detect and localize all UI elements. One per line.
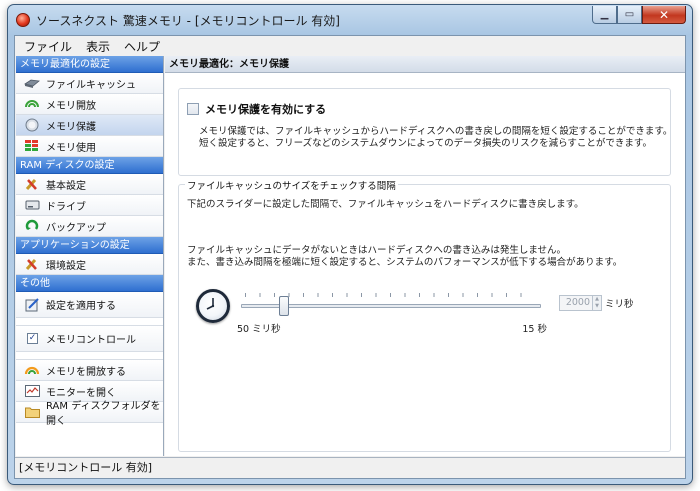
- sidebar-item-file-cache[interactable]: ファイルキャッシュ: [16, 73, 163, 94]
- app-window: ソースネクスト 驚速メモリ - [メモリコントロール 有効] ▁ ▭ ✕ ファイ…: [7, 4, 693, 485]
- interval-description: 下記のスライダーに設定した間隔で、ファイルキャッシュをハードディスクに書き戻しま…: [187, 199, 584, 210]
- caption-buttons: ▁ ▭ ✕: [592, 6, 686, 25]
- clock-icon: [196, 289, 230, 323]
- open-ramdisk-folder-button[interactable]: RAM ディスクフォルダを開く: [16, 401, 163, 427]
- slider-max-label: 15 秒: [522, 324, 547, 335]
- tools-icon: [24, 177, 40, 191]
- enable-memory-protect-label: メモリ保護を有効にする: [205, 103, 327, 116]
- enable-memory-protect-checkbox[interactable]: [187, 103, 199, 115]
- interval-note: ファイルキャッシュにデータがないときはハードディスクへの書き込みは発生しません。…: [187, 245, 622, 269]
- interval-group-title: ファイルキャッシュのサイズをチェックする間隔: [185, 178, 398, 192]
- main-panel: メモリ最適化：メモリ保護 メモリ保護を有効にする メモリ保護では、ファイルキャッ…: [165, 56, 685, 456]
- sidebar-item-label: メモリ使用: [46, 142, 96, 154]
- folder-icon: [24, 405, 40, 419]
- memory-usage-icon: [24, 139, 40, 153]
- sidebar-item-label: 基本設定: [46, 180, 86, 192]
- memory-protect-icon: [24, 118, 40, 132]
- interval-slider[interactable]: 50 ミリ秒 15 秒: [237, 291, 547, 335]
- memory-protect-group: メモリ保護を有効にする メモリ保護では、ファイルキャッシュからハードディスクへの…: [178, 88, 672, 176]
- sidebar-item-memory-protect[interactable]: メモリ保護: [16, 115, 163, 136]
- menu-bar: ファイル 表示 ヘルプ: [15, 36, 685, 56]
- section-ramdisk: RAM ディスクの設定: [16, 157, 163, 174]
- window-title: ソースネクスト 驚速メモリ - [メモリコントロール 有効]: [36, 14, 340, 28]
- client-area: ファイル 表示 ヘルプ メモリ最適化の設定 ファイルキャッシュ メモリ開放 メモ…: [14, 35, 686, 479]
- release-memory-button[interactable]: メモリを開放する: [16, 360, 163, 381]
- slider-thumb[interactable]: [278, 296, 289, 316]
- sidebar-item-memory-release[interactable]: メモリ開放: [16, 94, 163, 115]
- sidebar-item-preferences[interactable]: 環境設定: [16, 254, 163, 275]
- sidebar-item-label: バックアップ: [46, 222, 106, 234]
- enable-memory-protect-toggle[interactable]: メモリ保護を有効にする: [187, 101, 326, 117]
- close-icon: ✕: [658, 7, 670, 22]
- title-bar[interactable]: ソースネクスト 驚速メモリ - [メモリコントロール 有効] ▁ ▭ ✕: [8, 5, 692, 35]
- backup-icon: [24, 219, 40, 233]
- description-line: 短く設定すると、フリーズなどのシステムダウンによってのデータ損失のリスクを減らす…: [199, 138, 652, 149]
- sidebar-item-basic-settings[interactable]: 基本設定: [16, 174, 163, 195]
- memory-control-label: メモリコントロール: [46, 335, 136, 346]
- section-memory-optimization: メモリ最適化の設定: [16, 56, 163, 73]
- sidebar: メモリ最適化の設定 ファイルキャッシュ メモリ開放 メモリ保護 メモリ使用 RA…: [16, 56, 164, 456]
- stepper-down-icon[interactable]: ▼: [593, 303, 601, 310]
- section-application: アプリケーションの設定: [16, 237, 163, 254]
- sidebar-item-memory-usage[interactable]: メモリ使用: [16, 136, 163, 157]
- page-title: メモリ最適化：メモリ保護: [165, 56, 685, 73]
- apply-settings-icon: [24, 297, 40, 312]
- sidebar-separator: [16, 318, 163, 326]
- file-cache-icon: [24, 76, 40, 90]
- memory-protect-description: メモリ保護では、ファイルキャッシュからハードディスクへの書き戻しの間隔を短く設定…: [199, 126, 672, 150]
- release-memory-icon: [24, 363, 40, 377]
- minimize-button[interactable]: ▁: [592, 6, 617, 24]
- memory-control-checkbox[interactable]: ✓: [27, 333, 38, 344]
- maximize-icon: ▭: [624, 9, 635, 20]
- app-logo-icon: [16, 13, 30, 27]
- status-bar: [メモリコントロール 有効]: [15, 457, 685, 478]
- interval-group: ファイルキャッシュのサイズをチェックする間隔 下記のスライダーに設定した間隔で、…: [178, 178, 671, 452]
- monitor-chart-icon: [24, 384, 40, 398]
- memory-release-icon: [24, 97, 40, 111]
- stepper-up-icon[interactable]: ▲: [593, 296, 601, 303]
- slider-min-label: 50 ミリ秒: [237, 324, 281, 335]
- description-line: メモリ保護では、ファイルキャッシュからハードディスクへの書き戻しの間隔を短く設定…: [199, 126, 673, 137]
- apply-settings-label: 設定を適用する: [46, 301, 116, 312]
- close-button[interactable]: ✕: [642, 6, 686, 24]
- memory-control-toggle[interactable]: ✓ メモリコントロール: [16, 326, 163, 352]
- sidebar-item-drive[interactable]: ドライブ: [16, 195, 163, 216]
- section-other: その他: [16, 275, 163, 292]
- sidebar-item-label: メモリ保護: [46, 121, 96, 133]
- tools-icon: [24, 257, 40, 271]
- interval-value-input[interactable]: 2000: [559, 295, 593, 311]
- sidebar-item-label: 環境設定: [46, 260, 86, 272]
- interval-spinner: 2000 ▲ ▼ ミリ秒: [559, 295, 634, 311]
- drive-icon: [24, 198, 40, 212]
- menu-file[interactable]: ファイル: [17, 38, 79, 55]
- menu-view[interactable]: 表示: [79, 38, 117, 55]
- sidebar-item-backup[interactable]: バックアップ: [16, 216, 163, 237]
- apply-settings-button[interactable]: 設定を適用する: [16, 292, 163, 318]
- sidebar-item-label: ファイルキャッシュ: [46, 79, 136, 91]
- sidebar-item-label: ドライブ: [46, 201, 86, 213]
- open-ramdisk-folder-label: RAM ディスクフォルダを開く: [46, 401, 161, 427]
- menu-help[interactable]: ヘルプ: [117, 38, 167, 55]
- interval-unit-label: ミリ秒: [605, 299, 634, 310]
- interval-stepper[interactable]: ▲ ▼: [593, 295, 602, 311]
- minimize-icon: ▁: [600, 9, 609, 20]
- release-memory-label: メモリを開放する: [46, 366, 126, 378]
- maximize-button[interactable]: ▭: [617, 6, 642, 24]
- sidebar-separator: [16, 352, 163, 360]
- note-line: ファイルキャッシュにデータがないときはハードディスクへの書き込みは発生しません。: [187, 245, 567, 256]
- sidebar-item-label: メモリ開放: [46, 100, 96, 112]
- note-line: また、書き込み間隔を極端に短く設定すると、システムのパフォーマンスが低下する場合…: [187, 257, 623, 268]
